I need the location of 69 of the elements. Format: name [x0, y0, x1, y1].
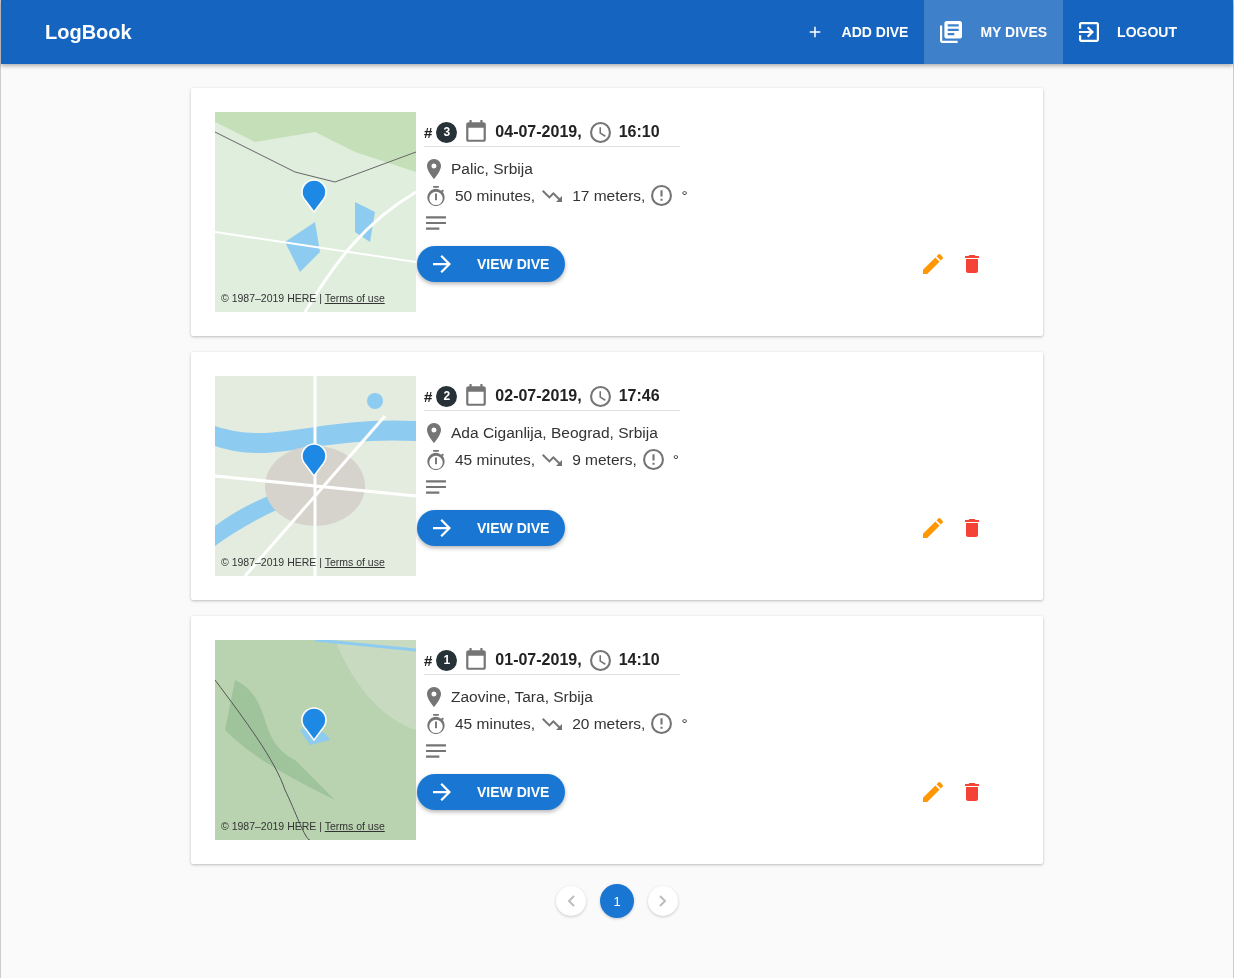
dive-date: 04-07-2019,: [495, 123, 582, 141]
pencil-icon[interactable]: [923, 518, 943, 538]
arrow-right-icon: [433, 783, 451, 801]
dive-depth: 20 meters,: [572, 714, 646, 733]
trash-icon[interactable]: [965, 783, 979, 801]
dive-temperature: °: [681, 186, 688, 205]
view-dive-button[interactable]: VIEW DIVE: [417, 246, 566, 282]
terms-link[interactable]: Terms of use: [324, 556, 385, 568]
stopwatch-icon: [426, 712, 446, 735]
page-button[interactable]: 1: [600, 884, 634, 918]
dive-duration: 50 minutes,: [455, 186, 536, 205]
pencil-icon[interactable]: [923, 782, 943, 802]
pencil-icon[interactable]: [923, 254, 943, 274]
stopwatch-icon: [426, 448, 446, 471]
dive-time: 17:46: [618, 387, 660, 405]
calendar-icon: [465, 648, 488, 672]
terms-link[interactable]: Terms of use: [324, 820, 385, 832]
location-pin-icon: [426, 686, 442, 707]
dive-number: 1: [436, 649, 458, 671]
nav-button[interactable]: MY DIVES: [924, 0, 1064, 64]
hash-sign: #: [424, 651, 433, 669]
clock-icon: [589, 649, 611, 671]
trending-down-icon: [541, 188, 564, 203]
dive-time: 16:10: [618, 123, 660, 141]
dive-temperature: °: [681, 714, 688, 733]
notes-icon: [426, 479, 446, 494]
dive-duration: 45 minutes,: [455, 450, 536, 469]
dive-time: 14:10: [618, 651, 660, 669]
dive-date: 01-07-2019,: [495, 651, 582, 669]
view-dive-button[interactable]: VIEW DIVE: [417, 774, 566, 810]
map-attribution: © 1987–2019 HERE | Terms of use: [221, 556, 385, 568]
trending-down-icon: [541, 716, 564, 731]
dive-depth: 17 meters,: [572, 186, 646, 205]
hash-sign: #: [424, 387, 433, 405]
calendar-icon: [465, 120, 488, 144]
nav-button[interactable]: LOGOUT: [1063, 0, 1193, 64]
stopwatch-icon: [426, 184, 446, 207]
arrow-right-icon: [433, 519, 451, 537]
list-icon: [940, 21, 963, 43]
clock-icon: [589, 121, 611, 143]
trash-icon[interactable]: [965, 519, 979, 537]
dive-number: 3: [436, 121, 458, 143]
clock-icon: [589, 385, 611, 407]
chevron-right-icon: [659, 895, 667, 907]
trash-icon[interactable]: [965, 255, 979, 273]
dive-number: 2: [436, 385, 458, 407]
trending-down-icon: [541, 452, 564, 467]
dive-duration: 45 minutes,: [455, 714, 536, 733]
dive-temperature: °: [672, 450, 679, 469]
view-dive-button[interactable]: VIEW DIVE: [417, 510, 566, 546]
notes-icon: [426, 215, 446, 230]
nav-button[interactable]: ADD DIVE: [789, 0, 925, 64]
logout-icon: [1079, 22, 1100, 42]
notes-icon: [426, 743, 446, 758]
dive-location: Ada Ciganlija, Beograd, Srbija: [451, 423, 658, 442]
calendar-icon: [465, 384, 488, 408]
chevron-left-icon: [567, 895, 575, 907]
terms-link[interactable]: Terms of use: [324, 292, 385, 304]
dive-depth: 9 meters,: [572, 450, 637, 469]
dive-location: Zaovine, Tara, Srbija: [451, 687, 593, 706]
location-pin-icon: [426, 422, 442, 443]
arrow-right-icon: [433, 255, 451, 273]
dive-location: Palic, Srbija: [451, 159, 533, 178]
map-attribution: © 1987–2019 HERE | Terms of use: [221, 292, 385, 304]
location-pin-icon: [426, 158, 442, 179]
hash-sign: #: [424, 123, 433, 141]
map-attribution: © 1987–2019 HERE | Terms of use: [221, 820, 385, 832]
app-title: LogBook: [45, 20, 133, 44]
dive-date: 02-07-2019,: [495, 387, 582, 405]
